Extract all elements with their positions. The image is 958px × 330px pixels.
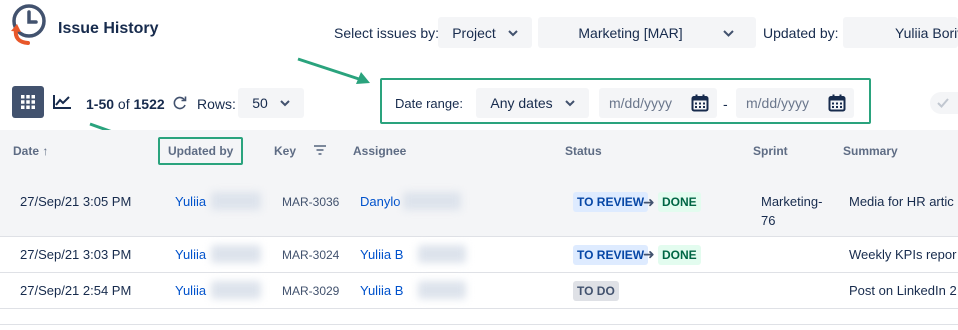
column-header-assignee[interactable]: Assignee <box>353 144 406 158</box>
status-badge: TO DO <box>573 281 619 301</box>
chart-icon <box>53 95 71 109</box>
table-row[interactable] <box>0 237 958 273</box>
column-header-status[interactable]: Status <box>565 144 602 158</box>
column-header-date[interactable]: Date ↑ <box>13 144 48 158</box>
of-text: of <box>117 96 130 112</box>
date-from-input[interactable]: m/dd/yyyy <box>599 88 717 118</box>
calendar-icon[interactable] <box>828 94 846 112</box>
range-text: 1-50 <box>86 96 115 112</box>
row-summary: Weekly KPIs repor <box>849 247 957 262</box>
date-to-input[interactable]: m/dd/yyyy <box>736 88 854 118</box>
redacted-name <box>418 281 466 299</box>
column-header-summary[interactable]: Summary <box>843 144 898 158</box>
total-count: 1522 <box>133 96 165 112</box>
row-key-link[interactable]: MAR-3024 <box>282 248 339 262</box>
status-from-badge: TO REVIEW <box>573 245 649 265</box>
filter-icon[interactable] <box>313 143 327 161</box>
status-to-badge: DONE <box>658 245 701 265</box>
arrow-right-icon: ➜ <box>643 194 655 210</box>
column-header-date-label: Date <box>13 144 40 158</box>
chevron-down-icon <box>280 96 290 110</box>
redacted-name <box>211 192 261 210</box>
row-summary: Media for HR artic <box>849 194 954 209</box>
date-range-value: Any dates <box>490 95 553 111</box>
sort-ascending-icon: ↑ <box>42 144 49 158</box>
refresh-icon[interactable] <box>172 95 188 116</box>
redacted-name <box>418 245 466 263</box>
rows-dropdown[interactable]: 50 <box>238 88 304 118</box>
column-header-key[interactable]: Key <box>274 144 296 158</box>
table-header <box>0 130 958 172</box>
results-count: 1-50 of 1522 <box>86 96 165 112</box>
row-key-link[interactable]: MAR-3036 <box>282 195 339 209</box>
check-icon <box>937 98 949 108</box>
row-assignee-link[interactable]: Yuliia B <box>360 283 403 298</box>
redacted-name <box>211 245 261 263</box>
grid-icon <box>21 95 35 109</box>
date-range-label: Date range: <box>395 96 463 111</box>
date-from-placeholder: m/dd/yyyy <box>609 95 673 111</box>
column-header-sprint[interactable]: Sprint <box>753 144 788 158</box>
date-to-placeholder: m/dd/yyyy <box>746 95 810 111</box>
row-assignee-link[interactable]: Yuliia B <box>360 247 403 262</box>
row-sprint-line1: Marketing- <box>761 194 823 209</box>
chevron-down-icon <box>564 96 575 110</box>
row-summary: Post on LinkedIn 2 <box>849 283 957 298</box>
redacted-name <box>211 281 261 299</box>
column-header-updated-by[interactable]: Updated by <box>168 144 233 158</box>
table-row[interactable] <box>0 273 958 309</box>
grid-view-button[interactable] <box>12 86 44 118</box>
status-to-badge: DONE <box>658 192 701 212</box>
date-range-dash: - <box>723 96 728 112</box>
calendar-icon[interactable] <box>691 94 709 112</box>
chart-view-button[interactable] <box>46 86 78 118</box>
row-sprint-line2: 76 <box>761 213 776 228</box>
row-updated-by-link[interactable]: Yuliia <box>175 247 206 262</box>
row-date: 27/Sep/21 2:54 PM <box>20 283 132 298</box>
rows-label: Rows: <box>197 96 236 112</box>
toggle-switch[interactable] <box>930 92 958 114</box>
status-from-badge: TO REVIEW <box>573 192 649 212</box>
table-bottom-divider <box>0 324 958 325</box>
row-key-link[interactable]: MAR-3029 <box>282 284 339 298</box>
redacted-name <box>403 192 461 210</box>
row-updated-by-link[interactable]: Yuliia <box>175 283 206 298</box>
row-assignee-link[interactable]: Danylo <box>360 194 400 209</box>
row-date: 27/Sep/21 3:03 PM <box>20 247 132 262</box>
date-range-dropdown[interactable]: Any dates <box>476 88 589 118</box>
row-date: 27/Sep/21 3:05 PM <box>20 194 132 209</box>
rows-value: 50 <box>252 95 268 111</box>
arrow-right-icon: ➜ <box>643 246 655 262</box>
row-updated-by-link[interactable]: Yuliia <box>175 194 206 209</box>
